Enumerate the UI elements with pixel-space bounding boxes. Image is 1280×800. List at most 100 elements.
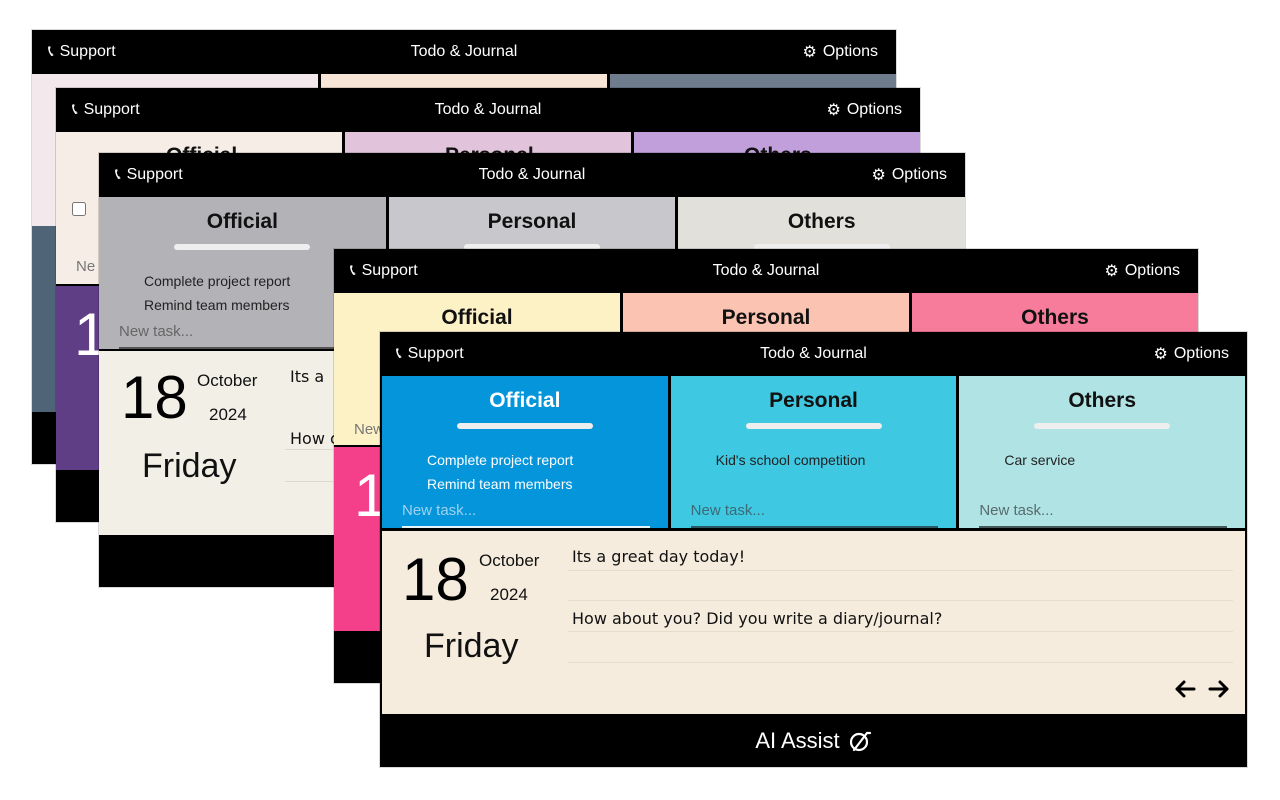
top-bar: 📞︎ Support Todo & Journal ⚙ Options (99, 153, 965, 197)
new-task-input[interactable]: Ne (76, 258, 95, 275)
options-label: Options (1124, 262, 1180, 279)
arrow-right-icon (1208, 680, 1229, 698)
app-title: Todo & Journal (760, 345, 867, 362)
date-month: October (479, 551, 540, 570)
options-button[interactable]: ⚙ Options (803, 30, 878, 74)
footer: AI Assist (380, 714, 1247, 767)
column-title-personal: Personal (769, 389, 858, 412)
date-weekday: Friday (424, 627, 519, 665)
arrow-left-icon (1175, 680, 1196, 698)
options-button[interactable]: ⚙ Options (1105, 249, 1180, 293)
task-checkbox[interactable] (72, 202, 86, 216)
support-label: Support (407, 345, 464, 362)
app-title: Todo & Journal (478, 166, 586, 183)
date-day: 18 (121, 364, 188, 431)
support-label: Support (126, 166, 183, 183)
journal-line (568, 631, 1233, 632)
column-title-personal: Personal (721, 306, 811, 329)
column-title-official: Official (206, 210, 278, 233)
support-button[interactable]: 📞︎ Support (48, 30, 116, 74)
task-item[interactable]: Complete project report (144, 269, 290, 293)
journal-panel: 18 October 2024 Friday Its a great day t… (382, 531, 1245, 714)
column-title-others: Others (787, 210, 856, 233)
phone-icon: 📞︎ (350, 262, 356, 279)
new-task-input[interactable]: New task... (119, 323, 368, 349)
gear-icon: ⚙ (1153, 346, 1168, 363)
options-label: Options (1173, 345, 1229, 362)
task-item[interactable]: Remind team members (144, 293, 290, 317)
options-label: Options (891, 166, 947, 183)
journal-entry[interactable]: How about you? Did you write a diary/jou… (572, 609, 942, 628)
support-button[interactable]: 📞︎ Support (115, 153, 183, 197)
task-item[interactable]: Car service (1004, 448, 1075, 472)
new-task-input[interactable]: New task... (979, 502, 1228, 528)
phone-icon: 📞︎ (48, 43, 54, 60)
options-button[interactable]: ⚙ Options (827, 88, 902, 132)
journal-line (568, 662, 1233, 663)
column-others: Others Car service New task... (959, 376, 1246, 528)
support-label: Support (83, 101, 140, 118)
options-label: Options (846, 101, 902, 118)
top-bar: 📞︎ Support Todo & Journal ⚙ Options (56, 88, 920, 132)
journal-line (285, 481, 333, 482)
task-item[interactable]: Kid's school competition (716, 448, 866, 472)
task-list: Car service (1004, 448, 1075, 472)
column-underline (456, 423, 593, 429)
options-label: Options (822, 43, 878, 60)
phone-icon: 📞︎ (396, 345, 402, 362)
task-item[interactable]: Remind team members (427, 472, 573, 496)
date-month: October (197, 371, 258, 390)
date-year: 2024 (490, 585, 528, 604)
column-title-others: Others (1068, 389, 1137, 412)
gear-icon: ⚙ (871, 167, 886, 184)
journal-entry[interactable]: Its a great day today! (572, 547, 745, 566)
app-window-5: 📞︎ Support Todo & Journal ⚙ Options Offi… (380, 332, 1247, 767)
column-official: Official Complete project report Remind … (382, 376, 668, 528)
journal-line (568, 570, 1233, 571)
app-title: Todo & Journal (434, 101, 542, 118)
support-label: Support (59, 43, 116, 60)
journal-entry[interactable]: Its a (290, 367, 324, 386)
journal-line (285, 449, 333, 450)
options-button[interactable]: ⚙ Options (1154, 332, 1229, 376)
next-entry-button[interactable] (1207, 677, 1231, 701)
gear-icon: ⚙ (826, 102, 841, 119)
top-bar: 📞︎ Support Todo & Journal ⚙ Options (334, 249, 1198, 293)
column-title-personal: Personal (487, 210, 577, 233)
task-list: Complete project report Remind team memb… (427, 448, 573, 496)
column-underline (1034, 423, 1171, 429)
phone-icon: 📞︎ (115, 166, 121, 183)
column-title-official: Official (441, 306, 513, 329)
ai-assist-label: AI Assist (755, 727, 840, 753)
app-title: Todo & Journal (410, 43, 518, 60)
options-button[interactable]: ⚙ Options (872, 153, 947, 197)
top-bar: 📞︎ Support Todo & Journal ⚙ Options (380, 332, 1247, 376)
date-year: 2024 (209, 405, 247, 424)
task-item[interactable]: Complete project report (427, 448, 573, 472)
column-underline (174, 244, 311, 250)
ai-assist-icon (849, 731, 871, 751)
column-underline (745, 423, 882, 429)
task-columns: Official Complete project report Remind … (382, 376, 1246, 528)
journal-entry[interactable]: How c (290, 429, 339, 448)
prev-entry-button[interactable] (1173, 677, 1197, 701)
top-bar: 📞︎ Support Todo & Journal ⚙ Options (32, 30, 896, 74)
gear-icon: ⚙ (802, 44, 817, 61)
task-list: Complete project report Remind team memb… (144, 269, 290, 317)
new-task-input[interactable]: New task... (402, 502, 650, 528)
column-title-others: Others (1021, 306, 1089, 329)
date-day: 18 (402, 546, 469, 613)
journal-line (568, 600, 1233, 601)
column-personal: Personal Kid's school competition New ta… (670, 376, 957, 528)
support-button[interactable]: 📞︎ Support (72, 88, 140, 132)
date-weekday: Friday (142, 447, 237, 485)
column-title-official: Official (489, 389, 561, 412)
support-button[interactable]: 📞︎ Support (350, 249, 418, 293)
support-label: Support (361, 262, 418, 279)
new-task-input[interactable]: New task... (690, 502, 939, 528)
phone-icon: 📞︎ (72, 101, 78, 118)
app-title: Todo & Journal (712, 262, 820, 279)
ai-assist-button[interactable]: AI Assist (380, 714, 1247, 767)
support-button[interactable]: 📞︎ Support (396, 332, 464, 376)
task-list: Kid's school competition (716, 448, 866, 472)
